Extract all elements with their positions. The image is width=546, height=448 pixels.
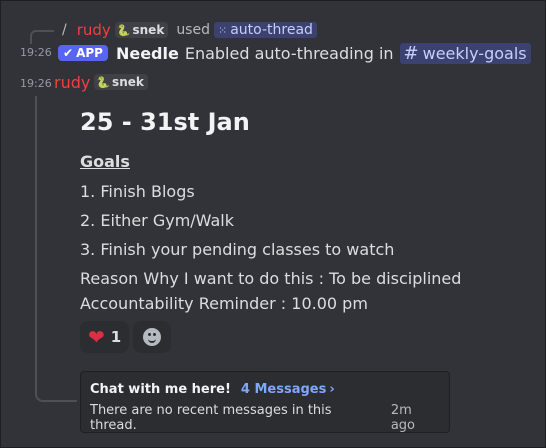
thread-timestamp: 2m ago xyxy=(390,403,416,433)
heart-reaction[interactable]: ❤ 1 xyxy=(80,321,130,353)
smile-icon xyxy=(143,328,162,346)
reactions-bar: ❤ 1 xyxy=(80,321,172,353)
app-message: ✔ APP Needle Enabled auto-threading in #… xyxy=(58,42,531,64)
app-badge: ✔ APP xyxy=(58,45,108,61)
slash-icon: / xyxy=(62,22,67,38)
goal-item: 3. Finish your pending classes to watch xyxy=(80,240,395,259)
command-reference[interactable]: / rudy 🐍 snek used ⁙ auto-thread xyxy=(62,19,317,41)
user-tag: 🐍 snek xyxy=(94,74,148,90)
goal-item: 1. Finish Blogs xyxy=(80,182,195,201)
thread-messages-link[interactable]: 4 Messages › xyxy=(241,382,335,397)
reply-connector xyxy=(30,30,54,44)
user-tag-label: snek xyxy=(132,23,165,37)
command-icon: ⁙ xyxy=(217,23,228,37)
message-heading: 25 - 31st Jan xyxy=(80,108,250,136)
thread-connector xyxy=(35,96,77,402)
thread-empty-text: There are no recent messages in this thr… xyxy=(90,403,332,433)
command-user-name[interactable]: rudy xyxy=(77,21,111,39)
thread-preview-card[interactable]: Chat with me here! 4 Messages › There ar… xyxy=(80,371,450,433)
app-badge-label: APP xyxy=(76,46,103,60)
user-message-header: rudy 🐍 snek xyxy=(54,71,148,93)
app-name[interactable]: Needle xyxy=(116,44,179,63)
user-name[interactable]: rudy xyxy=(54,73,90,92)
reason-text: Reason Why I want to do this : To be dis… xyxy=(80,269,462,288)
snake-icon: 🐍 xyxy=(96,75,111,89)
reminder-text: Accountability Reminder : 10.00 pm xyxy=(80,294,368,313)
app-message-timestamp[interactable]: 19:26 xyxy=(20,46,52,59)
snake-icon: 🐍 xyxy=(116,23,131,37)
verified-check-icon: ✔ xyxy=(63,46,74,60)
user-tag-label: snek xyxy=(112,75,144,89)
add-reaction-button[interactable] xyxy=(133,321,172,353)
user-tag: 🐍 snek xyxy=(114,22,169,38)
command-name: auto-thread xyxy=(230,22,313,38)
chevron-right-icon: › xyxy=(329,382,335,397)
thread-messages-count: 4 Messages xyxy=(240,382,327,397)
channel-name: weekly-goals xyxy=(422,43,527,63)
user-message-timestamp[interactable]: 19:26 xyxy=(20,77,52,90)
thread-title[interactable]: Chat with me here! xyxy=(90,382,231,397)
message-content: 25 - 31st Jan Goals 1. Finish Blogs 2. E… xyxy=(80,100,536,313)
goal-item: 2. Either Gym/Walk xyxy=(80,211,234,230)
app-message-text: Enabled auto-threading in xyxy=(184,43,394,63)
heart-icon: ❤ xyxy=(88,325,105,349)
reaction-count: 1 xyxy=(110,328,122,346)
command-mention[interactable]: ⁙ auto-thread xyxy=(213,22,317,38)
used-label: used xyxy=(176,22,210,38)
channel-mention[interactable]: # weekly-goals xyxy=(399,42,531,64)
goals-title: Goals xyxy=(80,152,130,171)
channel-hash-icon: # xyxy=(403,42,419,64)
